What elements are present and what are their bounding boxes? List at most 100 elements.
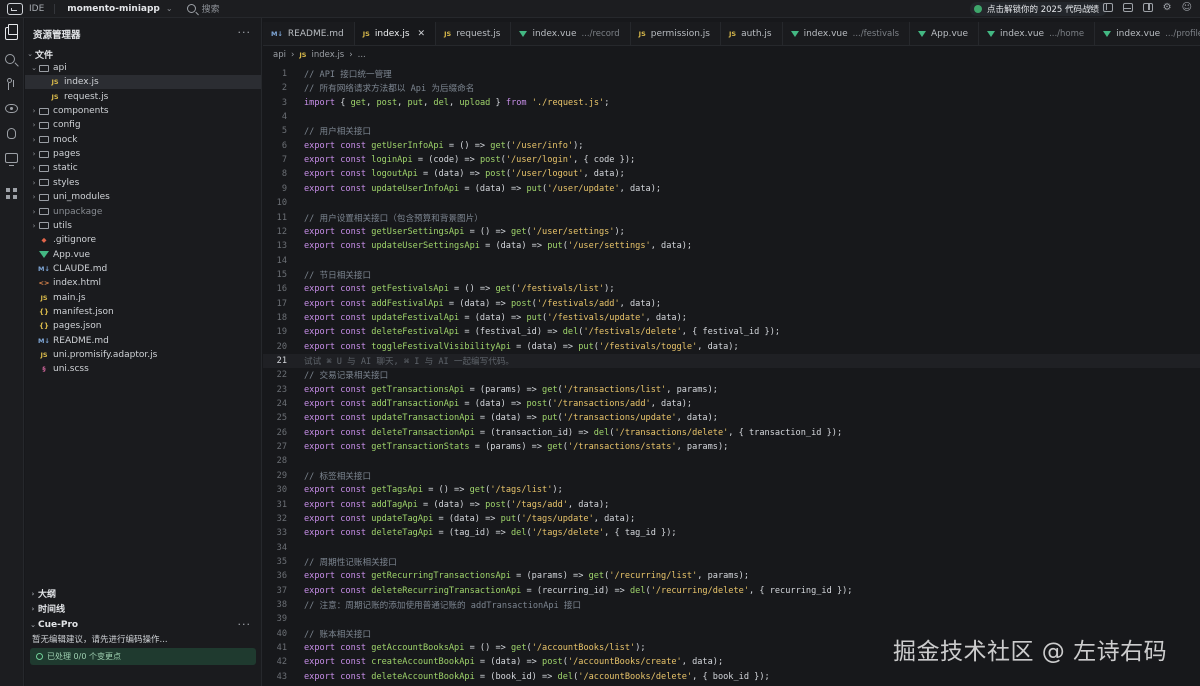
search-input[interactable]: 搜索 [202, 2, 220, 15]
code-line[interactable]: 8 export const logoutApi = (data) => post… [263, 167, 1200, 181]
chevron-down-icon[interactable]: ⌄ [166, 4, 173, 13]
code-line[interactable]: 29 // 标签相关接口 [263, 469, 1200, 483]
source-control-icon[interactable] [5, 78, 18, 91]
search-icon[interactable] [5, 54, 15, 64]
code-line[interactable]: 43 export const deleteAccountBookApi = (b… [263, 670, 1200, 684]
tree-item[interactable]: › utils [25, 219, 261, 233]
tree-item[interactable]: JS uni.promisify.adaptor.js [25, 348, 261, 362]
code-line[interactable]: 2 // 所有网络请求方法都以 Api 为后缀命名 [263, 81, 1200, 95]
tree-item[interactable]: M↓ CLAUDE.md [25, 262, 261, 276]
code-line[interactable]: 13 export const updateUserSettingsApi = (… [263, 239, 1200, 253]
tree-item[interactable]: › mock [25, 133, 261, 147]
code-line[interactable]: 3 import { get, post, put, del, upload } … [263, 96, 1200, 110]
code-line[interactable]: 18 export const updateFestivalApi = (data… [263, 311, 1200, 325]
toggle-left-panel-icon[interactable] [1102, 3, 1113, 12]
code-line[interactable]: 9 export const updateUserInfoApi = (data)… [263, 182, 1200, 196]
back-arrow-icon[interactable]: ← [1066, 2, 1074, 13]
tree-item[interactable]: › components [25, 104, 261, 118]
files-icon[interactable] [5, 24, 18, 40]
code-line[interactable]: 24 export const addTransactionApi = (data… [263, 397, 1200, 411]
code-line[interactable]: 33 export const deleteTagApi = (tag_id) =… [263, 526, 1200, 540]
code-line[interactable]: 32 export const updateTagApi = (data) => … [263, 512, 1200, 526]
tree-item[interactable]: JS index.js [25, 75, 261, 90]
code-line[interactable]: 16 export const getFestivalsApi = () => g… [263, 282, 1200, 296]
settings-gear-icon[interactable]: ⚙ [1163, 2, 1172, 13]
code-line[interactable]: 6 export const getUserInfoApi = () => get… [263, 139, 1200, 153]
code-line[interactable]: 27 export const getTransactionStats = (pa… [263, 440, 1200, 454]
code-line[interactable]: 10 [263, 196, 1200, 210]
monitor-icon[interactable] [5, 153, 18, 166]
editor-tab[interactable]: JS auth.js [721, 22, 783, 45]
code-line[interactable]: 26 export const deleteTransactionApi = (t… [263, 426, 1200, 440]
extensions-icon[interactable] [6, 188, 17, 199]
code-editor[interactable]: 1 // API 接口统一管理 2 // 所有网络请求方法都以 Api 为后缀命名 3 i… [263, 67, 1200, 686]
code-line[interactable]: 20 export const toggleFestivalVisibilityA… [263, 340, 1200, 354]
tree-item[interactable]: › static [25, 161, 261, 175]
code-line[interactable]: 38 // 注意：周期记账的添加使用普通记账的 addTransactionApi… [263, 598, 1200, 612]
code-line[interactable]: 23 export const getTransactionsApi = (par… [263, 383, 1200, 397]
tree-item[interactable]: {} manifest.json [25, 305, 261, 319]
search-icon[interactable] [186, 4, 196, 13]
tree-item[interactable]: ◆ .gitignore [25, 233, 261, 247]
code-line[interactable]: 11 // 用户设置相关接口（包含预算和背景图片） [263, 211, 1200, 225]
tree-item[interactable]: JS request.js [25, 90, 261, 104]
account-icon[interactable]: ☺ [1182, 2, 1192, 13]
code-line[interactable]: 31 export const addTagApi = (data) => pos… [263, 498, 1200, 512]
editor-tab[interactable]: JS index.js ✕ [354, 22, 437, 45]
tree-item[interactable]: <> index.html [25, 276, 261, 290]
editor-tab[interactable]: JS request.js [436, 22, 512, 45]
editor-tab[interactable]: index.vue .../home [979, 22, 1096, 45]
editor-tab[interactable]: JS permission.js [631, 22, 721, 45]
toggle-bottom-panel-icon[interactable] [1122, 3, 1133, 12]
editor-tab[interactable]: index.vue .../profile [1095, 22, 1200, 45]
timeline-section[interactable]: › 时间线 [25, 601, 261, 616]
cue-more-icon[interactable]: ··· [238, 618, 252, 631]
tree-item[interactable]: › styles [25, 176, 261, 190]
code-line[interactable]: 14 [263, 254, 1200, 268]
code-line[interactable]: 19 export const deleteFestivalApi = (fest… [263, 325, 1200, 339]
code-line[interactable]: 7 export const loginApi = (code) => post(… [263, 153, 1200, 167]
code-line[interactable]: 17 export const addFestivalApi = (data) =… [263, 297, 1200, 311]
code-line[interactable]: 39 [263, 612, 1200, 626]
tree-item[interactable]: › uni_modules [25, 190, 261, 204]
code-line[interactable]: 28 [263, 454, 1200, 468]
code-line[interactable]: 35 // 周期性记账相关接口 [263, 555, 1200, 569]
tree-item[interactable]: M↓ README.md [25, 334, 261, 348]
code-line[interactable]: 1 // API 接口统一管理 [263, 67, 1200, 81]
tree-item[interactable]: ⌄ api [25, 61, 261, 75]
code-line[interactable]: 37 export const deleteRecurringTransactio… [263, 584, 1200, 598]
toggle-right-panel-icon[interactable] [1142, 3, 1153, 12]
project-switcher[interactable]: momento-miniapp [67, 4, 160, 14]
editor-tab[interactable]: M↓ README.md [263, 22, 355, 45]
tree-item[interactable]: JS main.js [25, 291, 261, 305]
forward-arrow-icon[interactable]: → [1084, 2, 1092, 13]
tree-item[interactable]: § uni.scss [25, 362, 261, 376]
code-line[interactable]: 4 [263, 110, 1200, 124]
debug-bug-icon[interactable] [7, 128, 16, 139]
more-options-icon[interactable]: ··· [238, 26, 252, 39]
outline-section[interactable]: › 大纲 [25, 586, 261, 601]
code-line[interactable]: 12 export const getUserSettingsApi = () =… [263, 225, 1200, 239]
breadcrumb-folder[interactable]: api [273, 50, 286, 60]
code-line[interactable]: 34 [263, 541, 1200, 555]
tree-item[interactable]: › unpackage [25, 205, 261, 219]
code-line[interactable]: 21 试试 ⌘ U 与 AI 聊天, ⌘ I 与 AI 一起编写代码。 [263, 354, 1200, 368]
tree-item[interactable]: › config [25, 118, 261, 132]
breadcrumb-symbol[interactable]: ... [358, 50, 366, 60]
code-line[interactable]: 15 // 节日相关接口 [263, 268, 1200, 282]
tree-item[interactable]: App.vue [25, 248, 261, 262]
editor-tab[interactable]: App.vue [910, 22, 980, 45]
tree-root[interactable]: ⌄ 文件 [25, 47, 261, 61]
preview-eye-icon[interactable] [5, 104, 18, 113]
tree-item[interactable]: › pages [25, 147, 261, 161]
breadcrumb-file[interactable]: index.js [311, 50, 344, 60]
close-icon[interactable]: ✕ [418, 29, 426, 39]
editor-tab[interactable]: index.vue .../record [511, 22, 631, 45]
cue-pro-section[interactable]: ⌄ Cue-Pro [25, 617, 261, 632]
tree-item[interactable]: {} pages.json [25, 319, 261, 333]
editor-tab[interactable]: index.vue .../festivals [783, 22, 910, 45]
code-line[interactable]: 22 // 交易记录相关接口 [263, 368, 1200, 382]
code-line[interactable]: 30 export const getTagsApi = () => get('/… [263, 483, 1200, 497]
code-line[interactable]: 5 // 用户相关接口 [263, 124, 1200, 138]
code-line[interactable]: 25 export const updateTransactionApi = (d… [263, 411, 1200, 425]
